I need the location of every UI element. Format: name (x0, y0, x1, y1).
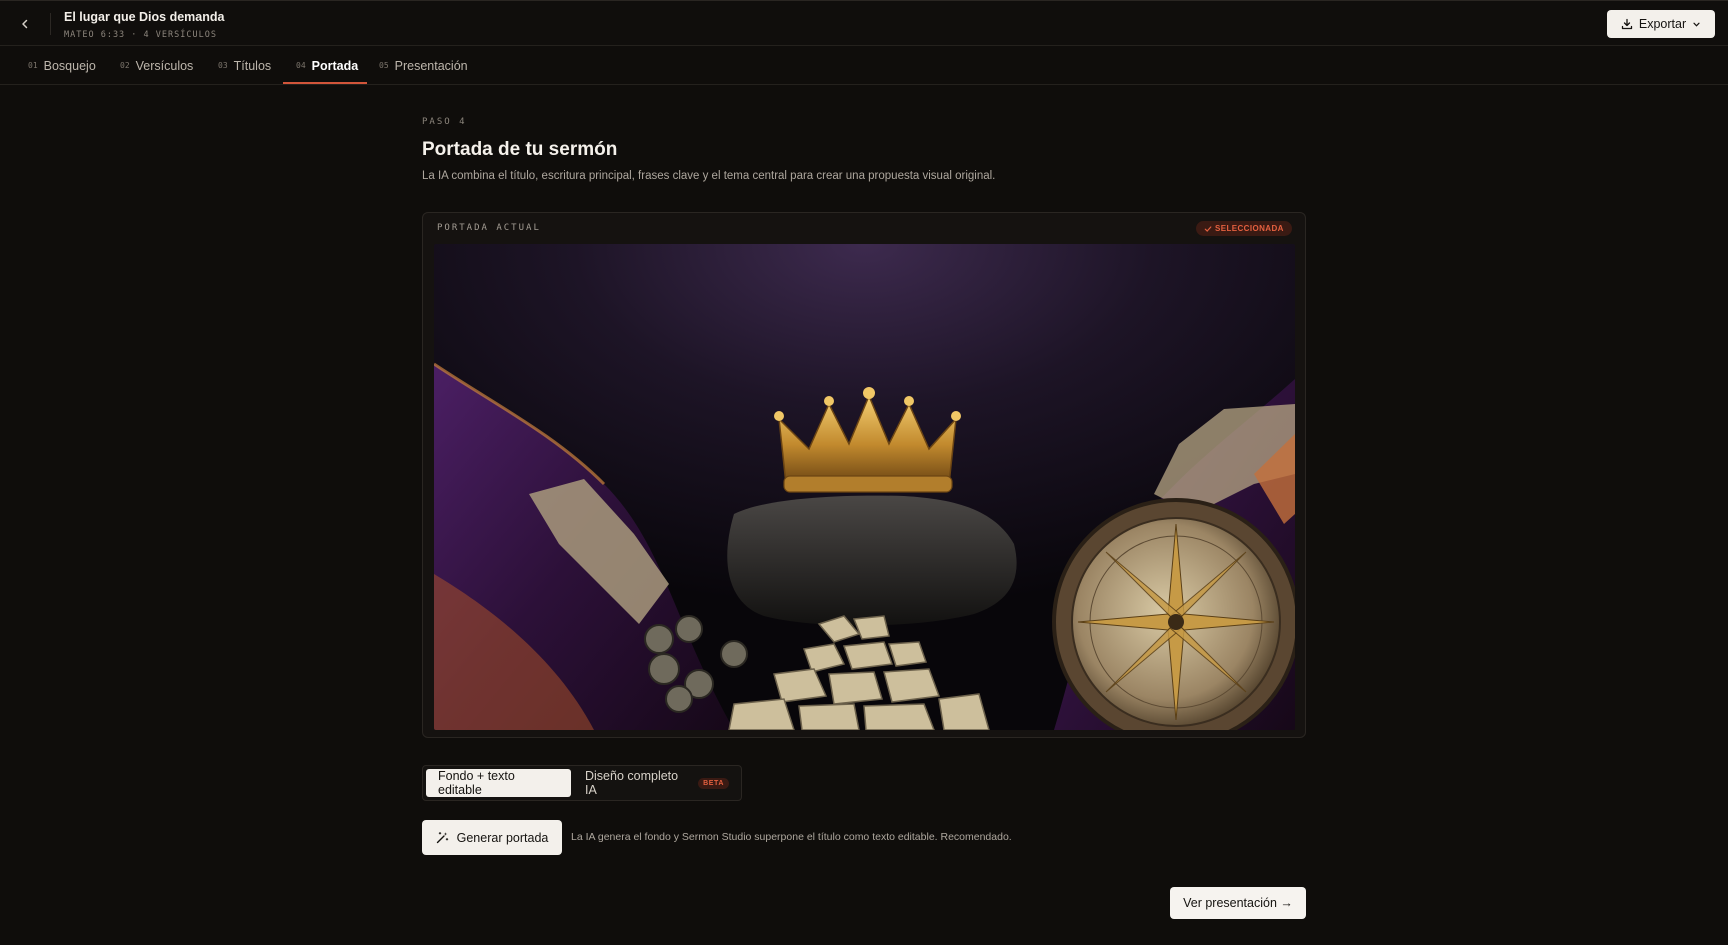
tab-label: Versículos (135, 58, 194, 73)
tab-label: Bosquejo (43, 58, 96, 73)
tab-versiculos[interactable]: 02 Versículos (120, 46, 193, 85)
tab-label: Presentación (394, 58, 468, 73)
check-icon (1204, 225, 1212, 232)
chevron-down-icon (1693, 22, 1700, 27)
view-presentation-label: Ver presentación → (1183, 896, 1293, 910)
page-title: Portada de tu sermón (422, 139, 618, 160)
generate-hint: La IA genera el fondo y Sermon Studio su… (571, 831, 1012, 843)
tab-presentacion[interactable]: 05 Presentación (379, 46, 468, 85)
selected-badge-label: SELECCIONADA (1215, 224, 1284, 233)
export-button[interactable]: Exportar (1607, 10, 1715, 38)
header-divider (50, 13, 51, 35)
cover-mode-toggle: Fondo + texto editable Diseño completo I… (422, 765, 742, 801)
tab-number: 01 (28, 61, 38, 70)
mode-label: Fondo + texto editable (438, 769, 515, 797)
sermon-title: El lugar que Dios demanda (64, 10, 225, 24)
mode-label: Diseño completo IA (585, 769, 679, 797)
cover-image[interactable] (434, 244, 1295, 730)
tab-portada[interactable]: 04 Portada (296, 46, 358, 85)
active-tab-indicator (283, 82, 367, 84)
mode-full-ai-design[interactable]: Diseño completo IA BETA (573, 769, 741, 797)
sermon-reference: MATEO 6:33 · 4 VERSÍCULOS (64, 30, 217, 40)
view-presentation-button[interactable]: Ver presentación → (1170, 887, 1306, 919)
back-button[interactable] (14, 13, 36, 35)
top-bar: El lugar que Dios demanda MATEO 6:33 · 4… (0, 0, 1728, 46)
chevron-left-icon (22, 19, 28, 29)
tab-number: 04 (296, 61, 306, 70)
tab-bosquejo[interactable]: 01 Bosquejo (28, 46, 96, 85)
tab-number: 02 (120, 61, 130, 70)
page-description: La IA combina el título, escritura princ… (422, 170, 996, 182)
tab-number: 05 (379, 61, 389, 70)
tab-label: Títulos (233, 58, 272, 73)
mode-background-editable-text[interactable]: Fondo + texto editable (426, 769, 571, 797)
selected-badge: SELECCIONADA (1196, 221, 1292, 236)
beta-badge: BETA (698, 777, 729, 789)
export-label: Exportar (1638, 17, 1687, 31)
generate-cover-button[interactable]: Generar portada (422, 820, 562, 855)
magic-wand-icon (436, 832, 448, 844)
download-icon (1621, 18, 1633, 30)
tab-label: Portada (311, 58, 359, 73)
generate-label: Generar portada (456, 830, 549, 845)
cover-card: PORTADA ACTUAL SELECCIONADA (422, 212, 1306, 738)
tab-titulos[interactable]: 03 Títulos (218, 46, 271, 85)
step-tabs: 01 Bosquejo 02 Versículos 03 Títulos 04 … (0, 46, 1728, 85)
cover-label: PORTADA ACTUAL (437, 223, 541, 233)
step-label: PASO 4 (422, 117, 467, 127)
tab-number: 03 (218, 61, 228, 70)
